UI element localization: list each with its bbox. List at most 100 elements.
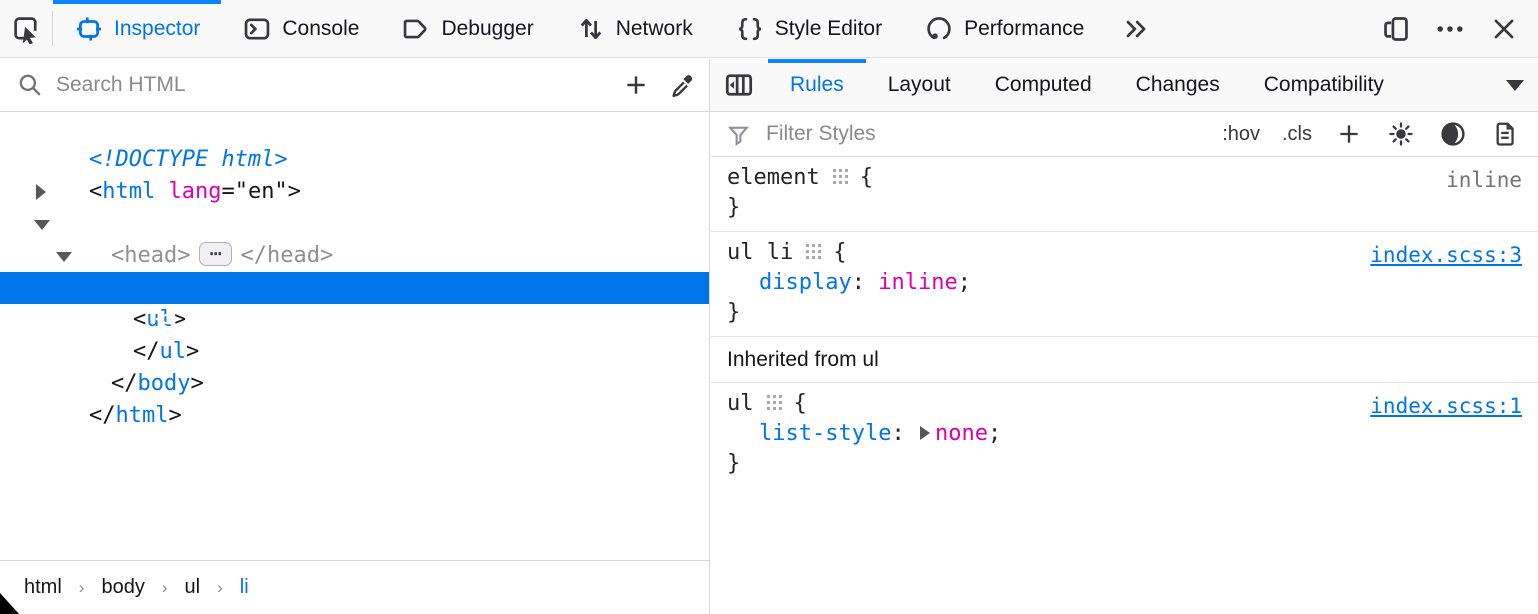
semicolon: ;: [988, 421, 1001, 446]
rule-source-link-wrap: index.scss:3: [1370, 240, 1522, 270]
sidebar-tab-layout[interactable]: Layout: [866, 59, 973, 111]
toggle-3pane-button[interactable]: [710, 59, 768, 111]
plus-icon: [622, 71, 650, 99]
search-icon: [16, 71, 44, 99]
sidebar-tab-changes-label: Changes: [1136, 73, 1220, 97]
selector-highlighter-icon[interactable]: [832, 168, 849, 185]
toolbar-right-controls: [1374, 0, 1538, 57]
declaration-line: display: inline;: [711, 268, 1538, 298]
breadcrumb-item-html[interactable]: html: [24, 576, 62, 599]
tab-style-editor-label: Style Editor: [775, 17, 882, 41]
rule-element: element{ } inline: [711, 157, 1538, 232]
collapse-arrow-ul[interactable]: [56, 252, 72, 262]
selector-highlighter-icon[interactable]: [805, 243, 822, 260]
breadcrumb-item-ul[interactable]: ul: [185, 576, 201, 599]
open-brace: {: [833, 240, 846, 265]
css-property-name[interactable]: display: [759, 270, 852, 295]
rule-selector[interactable]: element: [727, 165, 820, 190]
breadcrumb-separator: ›: [79, 578, 85, 598]
responsive-devices-icon: [1380, 13, 1412, 45]
rule-ul-li: ul li { display: inline; } index.scss:3: [711, 232, 1538, 337]
tree-row-body-close[interactable]: </body>: [0, 336, 709, 368]
eyedropper-button[interactable]: [659, 62, 705, 108]
tree-row-body-open[interactable]: <body>: [0, 208, 709, 240]
tree-row-ul-close[interactable]: </ul>: [0, 304, 709, 336]
sun-icon: [1387, 120, 1415, 148]
breadcrumb-item-li[interactable]: li: [240, 576, 249, 599]
filter-styles-input[interactable]: [766, 122, 1208, 146]
tab-network[interactable]: Network: [555, 0, 714, 57]
open-brace: {: [860, 165, 873, 190]
tree-row-doctype[interactable]: <!DOCTYPE html>: [0, 112, 709, 144]
dark-mode-sim-button[interactable]: [1430, 112, 1476, 157]
declaration-line: list-style: none;: [711, 419, 1538, 449]
braces-icon: [735, 14, 765, 44]
rule-source-inline: inline: [1446, 165, 1522, 195]
inherited-from-header: Inherited from ul: [711, 337, 1538, 383]
sidebar-tab-compatibility[interactable]: Compatibility: [1242, 59, 1406, 111]
tab-inspector-label: Inspector: [114, 17, 200, 41]
breadcrumb: html › body › ul › li: [0, 560, 710, 614]
breadcrumb-separator: ›: [217, 578, 223, 598]
tab-inspector[interactable]: Inspector: [53, 0, 221, 57]
close-devtools-button[interactable]: [1482, 7, 1526, 51]
debugger-icon: [401, 14, 431, 44]
tree-row-html-close[interactable]: </html>: [0, 368, 709, 400]
pseudo-class-toggle[interactable]: :hov: [1214, 123, 1268, 146]
css-property-value[interactable]: inline: [878, 270, 957, 295]
pick-element-button[interactable]: [0, 0, 52, 57]
tab-console-label: Console: [282, 17, 359, 41]
sidebar-tab-rules-label: Rules: [790, 73, 844, 97]
search-html-input[interactable]: [56, 73, 612, 97]
responsive-design-mode-button[interactable]: [1374, 7, 1418, 51]
rule-selector[interactable]: ul li: [727, 240, 793, 265]
shorthand-expander-icon[interactable]: [920, 426, 930, 440]
collapse-arrow-body[interactable]: [34, 220, 50, 230]
more-tabs-button[interactable]: [1105, 0, 1167, 57]
tree-row-li-selected[interactable]: <li>Item</li>: [0, 272, 709, 304]
close-bracket: >: [168, 403, 181, 428]
devtools-toolbar: Inspector Console Debugger Netwo: [0, 0, 1538, 58]
tree-row-ul-open[interactable]: <ul>: [0, 240, 709, 272]
class-toggle[interactable]: .cls: [1274, 123, 1320, 146]
close-brace: }: [727, 451, 740, 476]
expand-arrow-head[interactable]: [36, 184, 46, 200]
breadcrumb-separator: ›: [162, 578, 168, 598]
split-panel-icon: [723, 69, 755, 101]
selector-highlighter-icon[interactable]: [766, 394, 783, 411]
tab-console[interactable]: Console: [221, 0, 380, 57]
breadcrumb-item-body[interactable]: body: [101, 576, 144, 599]
rule-selector[interactable]: ul: [727, 391, 754, 416]
gauge-icon: [924, 14, 954, 44]
tree-row-html-open[interactable]: <html lang="en">: [0, 144, 709, 176]
second-toolbar-row: Rules Layout Computed Changes Compatibil…: [0, 59, 1538, 112]
rules-panel: :hov .cls: [711, 112, 1538, 614]
open-brace: {: [794, 391, 807, 416]
meatball-menu-icon: [1433, 12, 1467, 46]
filter-styles-bar: :hov .cls: [711, 112, 1538, 157]
sidebar-tabs-dropdown-button[interactable]: [1492, 59, 1538, 111]
sidebar-tab-rules[interactable]: Rules: [768, 59, 866, 111]
sidebar-tab-compatibility-label: Compatibility: [1264, 73, 1384, 97]
tree-row-head[interactable]: <head>⋯</head>: [0, 176, 709, 208]
tab-performance[interactable]: Performance: [903, 0, 1105, 57]
sidebar-tab-changes[interactable]: Changes: [1114, 59, 1242, 111]
add-node-button[interactable]: [613, 62, 659, 108]
sidebar-tab-computed[interactable]: Computed: [973, 59, 1114, 111]
tab-style-editor[interactable]: Style Editor: [714, 0, 903, 57]
add-rule-button[interactable]: [1326, 112, 1372, 157]
meatball-menu-button[interactable]: [1428, 7, 1472, 51]
tab-performance-label: Performance: [964, 17, 1084, 41]
markup-view: <!DOCTYPE html> <html lang="en"> <head>⋯…: [0, 112, 710, 560]
stylesheet-link[interactable]: index.scss:3: [1370, 243, 1522, 267]
tab-debugger[interactable]: Debugger: [380, 0, 554, 57]
light-mode-sim-button[interactable]: [1378, 112, 1424, 157]
css-property-value[interactable]: none: [935, 421, 988, 446]
colon: :: [891, 421, 918, 446]
markup-search-bar: [0, 59, 710, 112]
css-property-name[interactable]: list-style: [759, 421, 891, 446]
rule-selector-line: element {: [711, 163, 1538, 193]
close-brace: }: [727, 300, 740, 325]
stylesheet-link[interactable]: index.scss:1: [1370, 394, 1522, 418]
print-sim-button[interactable]: [1482, 112, 1528, 157]
